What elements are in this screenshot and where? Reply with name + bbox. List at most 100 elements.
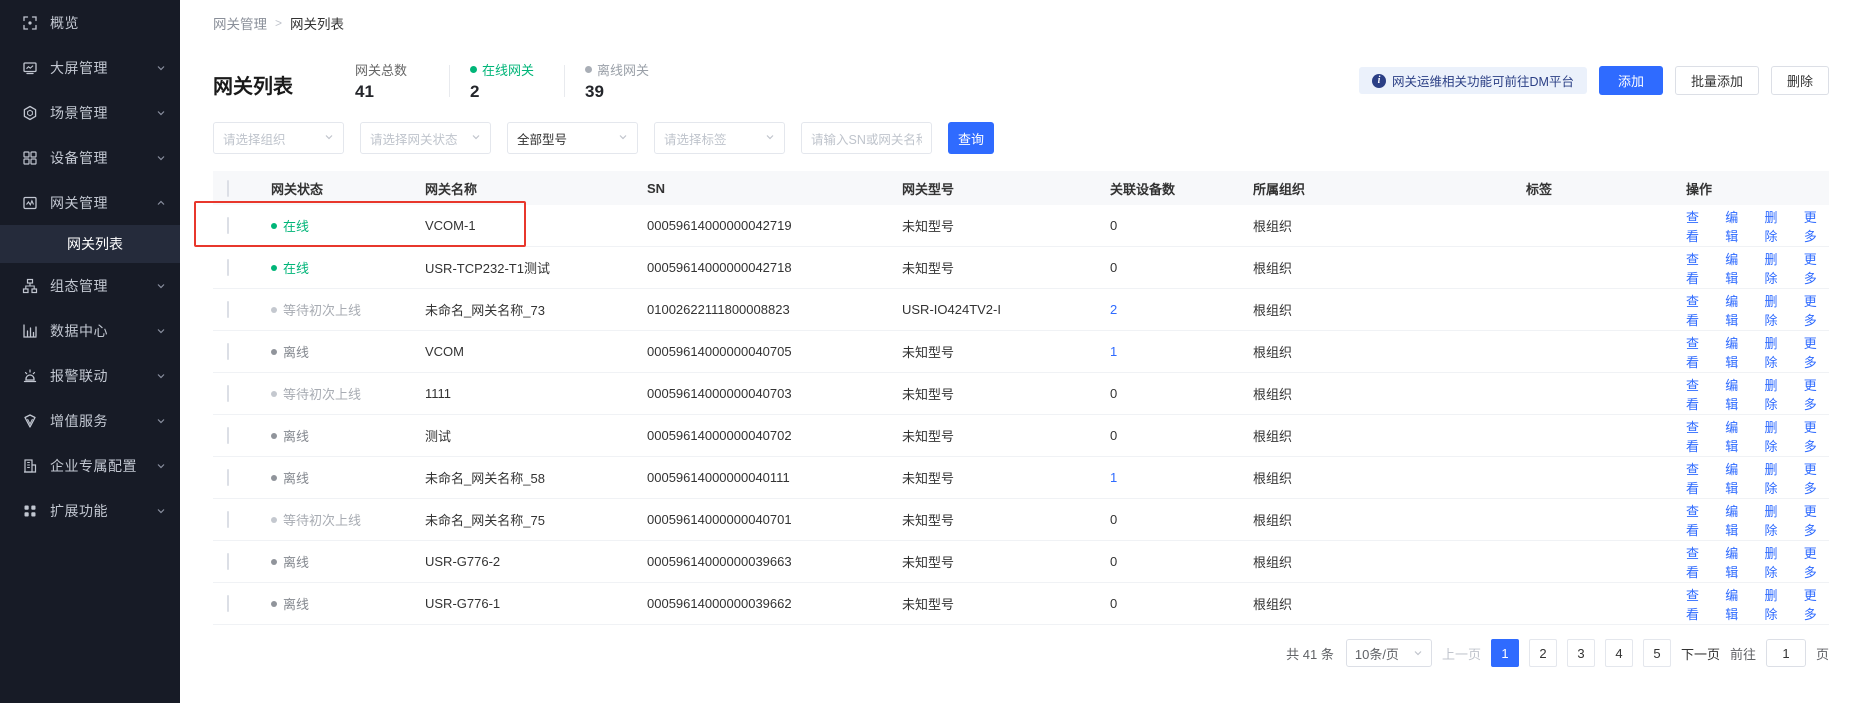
page-number-2[interactable]: 2 xyxy=(1529,639,1557,667)
row-action-edit[interactable]: 编辑 xyxy=(1725,585,1750,623)
row-action-more[interactable]: 更多 xyxy=(1804,375,1829,413)
page-number-1[interactable]: 1 xyxy=(1491,639,1519,667)
row-action-delete[interactable]: 删除 xyxy=(1765,417,1790,455)
sidebar-item-screen[interactable]: 大屏管理 xyxy=(0,45,180,90)
row-action-delete[interactable]: 删除 xyxy=(1765,249,1790,287)
row-checkbox[interactable] xyxy=(227,343,229,360)
row-action-edit[interactable]: 编辑 xyxy=(1725,375,1750,413)
sidebar-item-overview[interactable]: 概览 xyxy=(0,0,180,45)
tag-select[interactable]: 请选择标签 xyxy=(654,122,785,154)
row-action-more[interactable]: 更多 xyxy=(1804,459,1829,497)
row-checkbox[interactable] xyxy=(227,217,229,234)
gateway-status: 离线 xyxy=(271,468,425,487)
row-checkbox[interactable] xyxy=(227,553,229,570)
delete-button[interactable]: 删除 xyxy=(1771,66,1829,95)
gateway-model: 未知型号 xyxy=(902,258,1110,277)
gateway-org: 根组织 xyxy=(1253,342,1526,361)
dm-platform-notice[interactable]: i 网关运维相关功能可前往DM平台 xyxy=(1359,67,1587,94)
row-action-view[interactable]: 查看 xyxy=(1686,459,1711,497)
row-action-delete[interactable]: 删除 xyxy=(1765,459,1790,497)
page-number-5[interactable]: 5 xyxy=(1643,639,1671,667)
sidebar-subitem-gateway-list[interactable]: 网关列表 xyxy=(0,225,180,263)
row-action-view[interactable]: 查看 xyxy=(1686,207,1711,245)
select-all-checkbox[interactable] xyxy=(227,180,229,197)
row-action-edit[interactable]: 编辑 xyxy=(1725,543,1750,581)
row-checkbox[interactable] xyxy=(227,259,229,276)
row-action-view[interactable]: 查看 xyxy=(1686,417,1711,455)
batch-add-button[interactable]: 批量添加 xyxy=(1675,66,1759,95)
row-action-more[interactable]: 更多 xyxy=(1804,207,1829,245)
sidebar-item-enterprise[interactable]: 企业专属配置 xyxy=(0,443,180,488)
row-checkbox[interactable] xyxy=(227,301,229,318)
sidebar-item-data-center[interactable]: 数据中心 xyxy=(0,308,180,353)
row-action-more[interactable]: 更多 xyxy=(1804,585,1829,623)
row-action-edit[interactable]: 编辑 xyxy=(1725,249,1750,287)
row-action-view[interactable]: 查看 xyxy=(1686,249,1711,287)
row-action-delete[interactable]: 删除 xyxy=(1765,333,1790,371)
sidebar-item-scene[interactable]: 场景管理 xyxy=(0,90,180,135)
row-action-delete[interactable]: 删除 xyxy=(1765,291,1790,329)
sidebar-item-gateway[interactable]: 网关管理 xyxy=(0,180,180,225)
search-input[interactable]: 请输入SN或网关名称 xyxy=(801,122,932,154)
row-action-delete[interactable]: 删除 xyxy=(1765,543,1790,581)
query-button[interactable]: 查询 xyxy=(948,122,994,154)
row-action-view[interactable]: 查看 xyxy=(1686,375,1711,413)
row-checkbox[interactable] xyxy=(227,595,229,612)
main-content: 网关管理 > 网关列表 网关列表 网关总数41在线网关2离线网关39 i 网关运… xyxy=(180,0,1862,703)
sidebar-item-value-service[interactable]: 增值服务 xyxy=(0,398,180,443)
breadcrumb-gateway-management[interactable]: 网关管理 xyxy=(213,13,267,33)
row-checkbox[interactable] xyxy=(227,385,229,402)
sidebar-item-extension[interactable]: 扩展功能 xyxy=(0,488,180,533)
row-checkbox[interactable] xyxy=(227,511,229,528)
row-action-more[interactable]: 更多 xyxy=(1804,543,1829,581)
goto-page-input[interactable]: 1 xyxy=(1766,639,1806,667)
row-action-view[interactable]: 查看 xyxy=(1686,291,1711,329)
row-action-view[interactable]: 查看 xyxy=(1686,501,1711,539)
add-button[interactable]: 添加 xyxy=(1599,66,1663,95)
device-count[interactable]: 2 xyxy=(1110,302,1253,317)
row-action-edit[interactable]: 编辑 xyxy=(1725,417,1750,455)
row-checkbox[interactable] xyxy=(227,427,229,444)
row-action-delete[interactable]: 删除 xyxy=(1765,501,1790,539)
screen-icon xyxy=(22,60,38,76)
row-checkbox[interactable] xyxy=(227,469,229,486)
device-count: 0 xyxy=(1110,218,1253,233)
sidebar-item-label: 扩展功能 xyxy=(50,501,156,521)
sidebar-item-topology[interactable]: 组态管理 xyxy=(0,263,180,308)
page-number-4[interactable]: 4 xyxy=(1605,639,1633,667)
row-action-view[interactable]: 查看 xyxy=(1686,543,1711,581)
prev-page-button[interactable]: 上一页 xyxy=(1442,644,1481,663)
row-action-edit[interactable]: 编辑 xyxy=(1725,459,1750,497)
sidebar-item-device[interactable]: 设备管理 xyxy=(0,135,180,180)
org-select[interactable]: 请选择组织 xyxy=(213,122,344,154)
sidebar-item-label: 增值服务 xyxy=(50,411,156,431)
page-number-3[interactable]: 3 xyxy=(1567,639,1595,667)
sidebar-item-label: 概览 xyxy=(50,13,166,33)
row-action-more[interactable]: 更多 xyxy=(1804,333,1829,371)
row-action-delete[interactable]: 删除 xyxy=(1765,585,1790,623)
column-header: 网关状态 xyxy=(271,179,425,198)
model-select[interactable]: 全部型号 xyxy=(507,122,638,154)
row-action-view[interactable]: 查看 xyxy=(1686,585,1711,623)
row-action-edit[interactable]: 编辑 xyxy=(1725,333,1750,371)
page-size-select[interactable]: 10条/页 xyxy=(1346,639,1432,667)
row-action-edit[interactable]: 编辑 xyxy=(1725,207,1750,245)
row-action-more[interactable]: 更多 xyxy=(1804,291,1829,329)
breadcrumb: 网关管理 > 网关列表 xyxy=(180,0,1862,46)
column-header: 网关名称 xyxy=(425,179,647,198)
row-action-edit[interactable]: 编辑 xyxy=(1725,501,1750,539)
sidebar-item-alarm[interactable]: 报警联动 xyxy=(0,353,180,398)
next-page-button[interactable]: 下一页 xyxy=(1681,644,1720,663)
row-action-delete[interactable]: 删除 xyxy=(1765,375,1790,413)
row-action-view[interactable]: 查看 xyxy=(1686,333,1711,371)
row-action-more[interactable]: 更多 xyxy=(1804,417,1829,455)
device-count[interactable]: 1 xyxy=(1110,470,1253,485)
row-action-edit[interactable]: 编辑 xyxy=(1725,291,1750,329)
gateway-status-select[interactable]: 请选择网关状态 xyxy=(360,122,491,154)
device-count[interactable]: 1 xyxy=(1110,344,1253,359)
row-action-more[interactable]: 更多 xyxy=(1804,501,1829,539)
stat-value: 2 xyxy=(470,82,544,102)
row-action-more[interactable]: 更多 xyxy=(1804,249,1829,287)
gateway-org: 根组织 xyxy=(1253,426,1526,445)
row-action-delete[interactable]: 删除 xyxy=(1765,207,1790,245)
